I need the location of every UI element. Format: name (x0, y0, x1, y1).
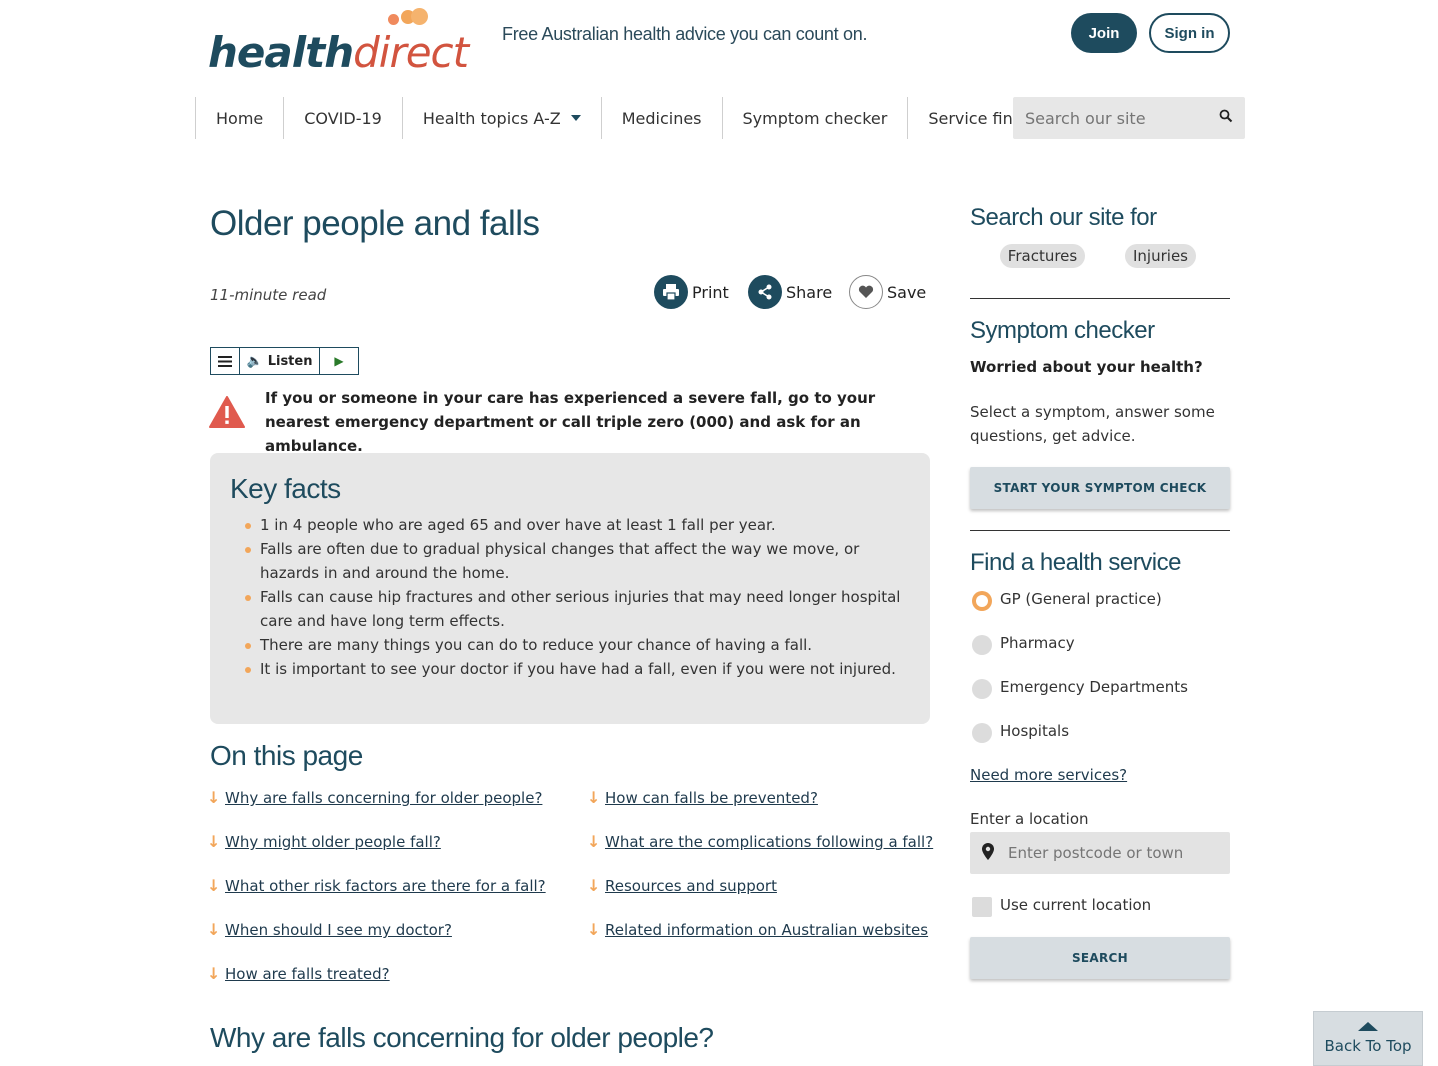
toc-link[interactable]: Related information on Australian websit… (605, 921, 928, 939)
tagline: Free Australian health advice you can co… (502, 24, 868, 44)
arrow-up-icon (1358, 1022, 1378, 1031)
toc-link[interactable]: How are falls treated? (225, 965, 390, 983)
logo-wordmark: healthdirect (208, 28, 469, 77)
share-icon (748, 275, 782, 309)
location-input[interactable] (1008, 844, 1208, 862)
warning-icon (209, 396, 245, 432)
menu-icon[interactable] (211, 348, 240, 374)
toc-link[interactable]: Why are falls concerning for older peopl… (225, 789, 542, 807)
arrow-down-icon: ↓ (207, 876, 221, 895)
section-heading: Why are falls concerning for older peopl… (210, 1022, 714, 1053)
heart-icon (849, 275, 883, 309)
arrow-down-icon: ↓ (587, 788, 601, 807)
arrow-down-icon: ↓ (207, 920, 221, 939)
arrow-down-icon: ↓ (207, 964, 221, 983)
page-title: Older people and falls (210, 204, 540, 243)
save-button[interactable]: Save (849, 275, 926, 309)
logo-dot-large (411, 8, 428, 25)
toc-link[interactable]: What are the complications following a f… (605, 833, 933, 851)
nav-medicines[interactable]: Medicines (600, 97, 722, 139)
radio-pharmacy[interactable] (972, 635, 992, 655)
radio-label-pharmacy[interactable]: Pharmacy (1000, 634, 1075, 652)
toc-link[interactable]: How can falls be prevented? (605, 789, 818, 807)
toc-link[interactable]: Resources and support (605, 877, 777, 895)
symptom-question: Worried about your health? (970, 358, 1203, 376)
share-button[interactable]: Share (748, 275, 832, 309)
radio-label-gp[interactable]: GP (General practice) (1000, 590, 1162, 608)
healthdirect-logo[interactable]: healthdirect (208, 6, 469, 77)
radio-label-hospitals[interactable]: Hospitals (1000, 722, 1069, 740)
arrow-down-icon: ↓ (207, 788, 221, 807)
listen-label: Listen (267, 353, 313, 369)
nav-health-topics-label: Health topics A-Z (422, 108, 561, 128)
speaker-icon: 🔈 (246, 353, 263, 369)
key-fact-item: 1 in 4 people who are aged 65 and over h… (245, 513, 910, 537)
search-services-button[interactable]: SEARCH (970, 937, 1230, 979)
listen-button[interactable]: 🔈 Listen (240, 348, 320, 374)
share-label: Share (786, 282, 833, 302)
divider (970, 530, 1230, 531)
location-label: Enter a location (970, 810, 1089, 828)
toc-link[interactable]: What other risk factors are there for a … (225, 877, 546, 895)
arrow-down-icon: ↓ (587, 876, 601, 895)
divider (970, 298, 1230, 299)
main-nav: Home COVID-19 Health topics A-Z Medicine… (195, 97, 1059, 139)
key-facts-box: Key facts 1 in 4 people who are aged 65 … (210, 453, 930, 724)
key-fact-item: There are many things you can do to redu… (245, 633, 910, 657)
arrow-down-icon: ↓ (207, 832, 221, 851)
search-icon[interactable] (1219, 109, 1233, 127)
key-fact-item: It is important to see your doctor if yo… (245, 657, 910, 681)
on-this-page-title: On this page (210, 740, 363, 771)
print-label: Print (692, 282, 729, 302)
start-symptom-check-button[interactable]: START YOUR SYMPTOM CHECK (970, 467, 1230, 509)
listen-player: 🔈 Listen ▶ (210, 347, 359, 375)
print-button[interactable]: Print (654, 275, 729, 309)
find-health-service-title: Find a health service (970, 549, 1181, 576)
tag-pill-fractures[interactable]: Fractures (1000, 244, 1085, 268)
sign-in-button[interactable]: Sign in (1149, 13, 1230, 53)
nav-symptom-checker[interactable]: Symptom checker (721, 97, 908, 139)
join-button[interactable]: Join (1071, 13, 1137, 53)
arrow-down-icon: ↓ (587, 832, 601, 851)
printer-icon (654, 275, 688, 309)
caret-down-icon (570, 115, 581, 121)
radio-gp[interactable] (972, 591, 992, 611)
radio-hospitals[interactable] (972, 723, 992, 743)
logo-dot-small (388, 14, 399, 25)
back-to-top-button[interactable]: Back To Top (1313, 1011, 1423, 1066)
search-site-for-title: Search our site for (970, 204, 1157, 231)
back-to-top-label: Back To Top (1324, 1037, 1412, 1055)
emergency-warning: If you or someone in your care has exper… (265, 389, 876, 455)
nav-health-topics[interactable]: Health topics A-Z (401, 97, 601, 139)
use-current-location-checkbox[interactable] (972, 897, 992, 917)
use-current-location-label[interactable]: Use current location (1000, 896, 1151, 914)
site-search-input[interactable] (1025, 108, 1205, 128)
radio-label-emergency[interactable]: Emergency Departments (1000, 678, 1188, 696)
symptom-checker-title: Symptom checker (970, 317, 1155, 344)
need-more-services-link[interactable]: Need more services? (970, 766, 1127, 784)
nav-home[interactable]: Home (195, 97, 283, 139)
logo-direct: direct (353, 28, 469, 77)
radio-emergency[interactable] (972, 679, 992, 699)
key-facts-title: Key facts (230, 473, 341, 504)
site-search (1013, 97, 1245, 139)
toc-link[interactable]: When should I see my doctor? (225, 921, 452, 939)
map-pin-icon (982, 842, 994, 864)
key-facts-list: 1 in 4 people who are aged 65 and over h… (230, 513, 910, 681)
location-field (970, 832, 1230, 874)
toc-link[interactable]: Why might older people fall? (225, 833, 441, 851)
save-label: Save (887, 282, 927, 302)
nav-covid-19[interactable]: COVID-19 (283, 97, 402, 139)
logo-health: health (208, 28, 354, 77)
arrow-down-icon: ↓ (587, 920, 601, 939)
key-fact-item: Falls are often due to gradual physical … (245, 537, 910, 585)
play-icon[interactable]: ▶ (320, 348, 358, 374)
read-time: 11-minute read (210, 286, 327, 304)
key-fact-item: Falls can cause hip fractures and other … (245, 585, 910, 633)
symptom-text: Select a symptom, answer some questions,… (970, 403, 1215, 445)
tag-pill-injuries[interactable]: Injuries (1125, 244, 1196, 268)
